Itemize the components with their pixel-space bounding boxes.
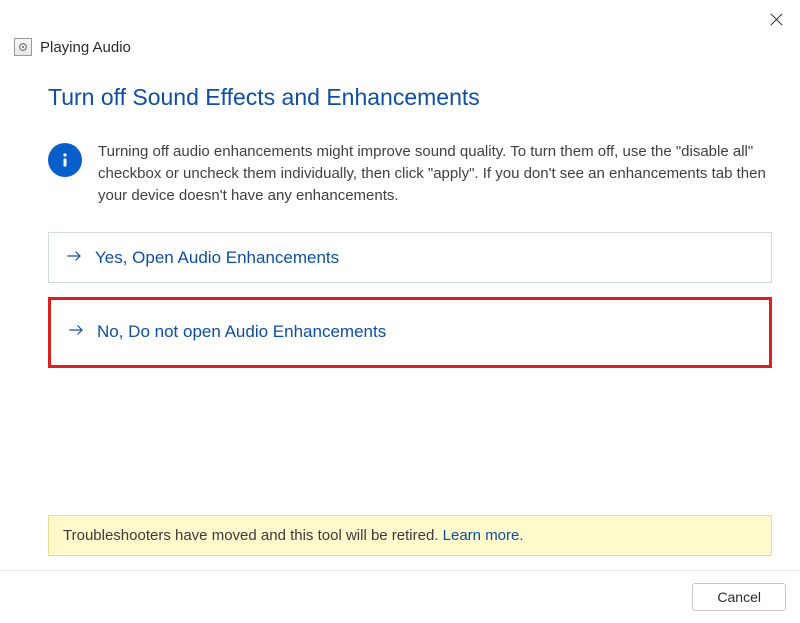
troubleshooter-window: Playing Audio Turn off Sound Effects and… xyxy=(0,0,800,623)
info-text: Turning off audio enhancements might imp… xyxy=(98,141,766,206)
close-icon xyxy=(770,13,783,26)
arrow-right-icon xyxy=(67,321,85,342)
app-title: Playing Audio xyxy=(40,39,131,56)
close-button[interactable] xyxy=(756,4,796,34)
spacer xyxy=(48,368,772,515)
retirement-notice: Troubleshooters have moved and this tool… xyxy=(48,515,772,556)
option-yes-label: Yes, Open Audio Enhancements xyxy=(95,248,339,268)
highlighted-option-callout: No, Do not open Audio Enhancements xyxy=(48,297,772,368)
audio-troubleshooter-icon xyxy=(14,38,32,56)
option-no-label: No, Do not open Audio Enhancements xyxy=(97,322,386,342)
learn-more-link[interactable]: Learn more. xyxy=(443,527,524,544)
info-row: Turning off audio enhancements might imp… xyxy=(48,141,772,206)
info-icon xyxy=(48,143,82,177)
page-heading: Turn off Sound Effects and Enhancements xyxy=(48,84,772,111)
arrow-right-icon xyxy=(65,247,83,268)
option-no-do-not-open[interactable]: No, Do not open Audio Enhancements xyxy=(51,307,769,356)
content-area: Turn off Sound Effects and Enhancements … xyxy=(0,70,800,570)
footer: Cancel xyxy=(0,570,800,623)
option-yes-open-enhancements[interactable]: Yes, Open Audio Enhancements xyxy=(48,232,772,283)
cancel-button[interactable]: Cancel xyxy=(692,583,786,611)
notice-text: Troubleshooters have moved and this tool… xyxy=(63,527,443,544)
titlebar xyxy=(0,0,800,36)
header-row: Playing Audio xyxy=(0,36,800,70)
